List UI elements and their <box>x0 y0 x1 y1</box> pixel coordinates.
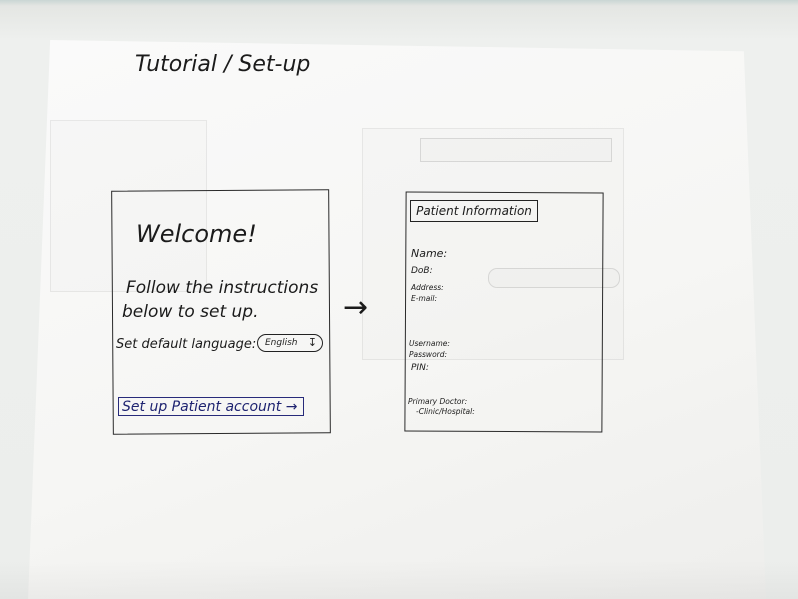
photo-background: Tutorial / Set-up Welcome! Follow the in… <box>0 0 798 599</box>
clinic-hospital-field-label: -Clinic/Hospital: <box>416 407 475 416</box>
welcome-title: Welcome! <box>136 220 257 248</box>
bleed-through-box <box>420 138 612 162</box>
setup-patient-account-button[interactable]: Set up Patient account → <box>118 397 304 416</box>
right-arrow-icon: → <box>343 290 369 325</box>
primary-doctor-field-label: Primary Doctor: <box>408 397 468 406</box>
name-field-label: Name: <box>411 247 448 260</box>
chevron-down-icon: ↧ <box>307 336 317 349</box>
language-select[interactable]: English ↧ <box>257 334 323 352</box>
language-label: Set default language: <box>116 337 257 352</box>
address-field-label: Address: <box>411 283 444 292</box>
patient-info-title: Patient Information <box>410 200 538 222</box>
language-select-value: English <box>265 338 298 348</box>
page-heading: Tutorial / Set-up <box>135 52 311 77</box>
instructions-line-1: Follow the instructions <box>126 278 319 298</box>
pin-field-label: PIN: <box>411 363 429 373</box>
instructions-line-2: below to set up. <box>122 302 259 322</box>
username-field-label: Username: <box>409 339 450 348</box>
dob-field-label: DoB: <box>411 266 433 276</box>
password-field-label: Password: <box>409 350 448 359</box>
email-field-label: E-mail: <box>411 294 438 303</box>
